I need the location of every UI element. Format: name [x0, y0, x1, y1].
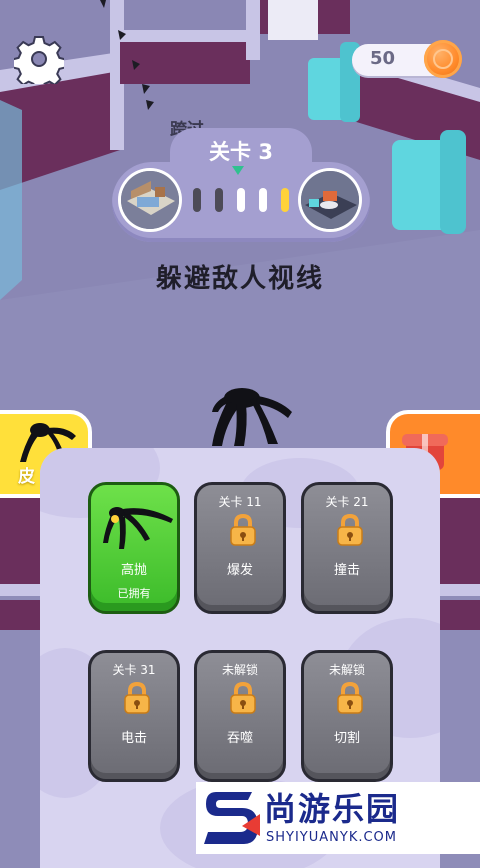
objective-headline: 躲避敌人视线: [155, 264, 324, 294]
skin-card[interactable]: 高抛 已拥有: [88, 482, 180, 614]
coin-icon: [424, 40, 462, 78]
lock-icon: [337, 513, 363, 546]
skin-card-status: 已拥有: [117, 587, 151, 600]
progress-pip: [193, 188, 201, 212]
skin-card-caption: 未解锁: [221, 663, 258, 677]
lock-icon: [124, 681, 150, 714]
skin-card-caption: 关卡 11: [218, 495, 262, 509]
skins-button-label: 皮: [18, 467, 35, 487]
progress-pip: [281, 188, 289, 212]
room-thumbnail-bedroom: [118, 168, 182, 232]
skin-card-caption: 未解锁: [328, 663, 365, 677]
skin-card-caption: 关卡 21: [325, 495, 369, 509]
lock-icon: [230, 513, 256, 546]
skin-card-name: 切割: [333, 731, 360, 746]
lock-icon: [230, 681, 256, 714]
gem-icon: [232, 166, 244, 175]
progress-pip: [215, 188, 223, 212]
skin-card[interactable]: 关卡 21 撞击: [301, 482, 393, 614]
watermark-url: SHYIYUANYK.COM: [266, 830, 397, 845]
watermark-title: 尚游乐园: [264, 790, 401, 828]
progress-pip: [237, 188, 245, 212]
creature-icon: [103, 507, 173, 549]
skin-card-name: 电击: [120, 731, 147, 746]
gear-icon[interactable]: [14, 34, 64, 84]
progress-pip: [259, 188, 267, 212]
skin-card-name: 高抛: [120, 563, 147, 578]
bedroom-icon: [121, 171, 179, 229]
lock-icon: [337, 681, 363, 714]
coin-amount: 50: [370, 48, 396, 69]
s-logo-icon: [204, 792, 260, 844]
skin-card-name: 撞击: [333, 563, 360, 578]
skin-card-name: 吞噬: [226, 731, 253, 746]
skin-card[interactable]: 关卡 31 电击: [88, 650, 180, 782]
skin-card-caption: 关卡 31: [112, 663, 156, 677]
level-title: 关卡 3: [209, 140, 273, 164]
watermark: 尚游乐园 SHYIYUANYK.COM: [196, 782, 480, 854]
skin-card[interactable]: 关卡 11 爆发: [194, 482, 286, 614]
room-thumbnail-lounge: [298, 168, 362, 232]
skin-card-name: 爆发: [226, 563, 253, 578]
skin-card[interactable]: 未解锁 切割: [301, 650, 393, 782]
skin-card[interactable]: 未解锁 吞噬: [194, 650, 286, 782]
lounge-icon: [301, 171, 359, 229]
